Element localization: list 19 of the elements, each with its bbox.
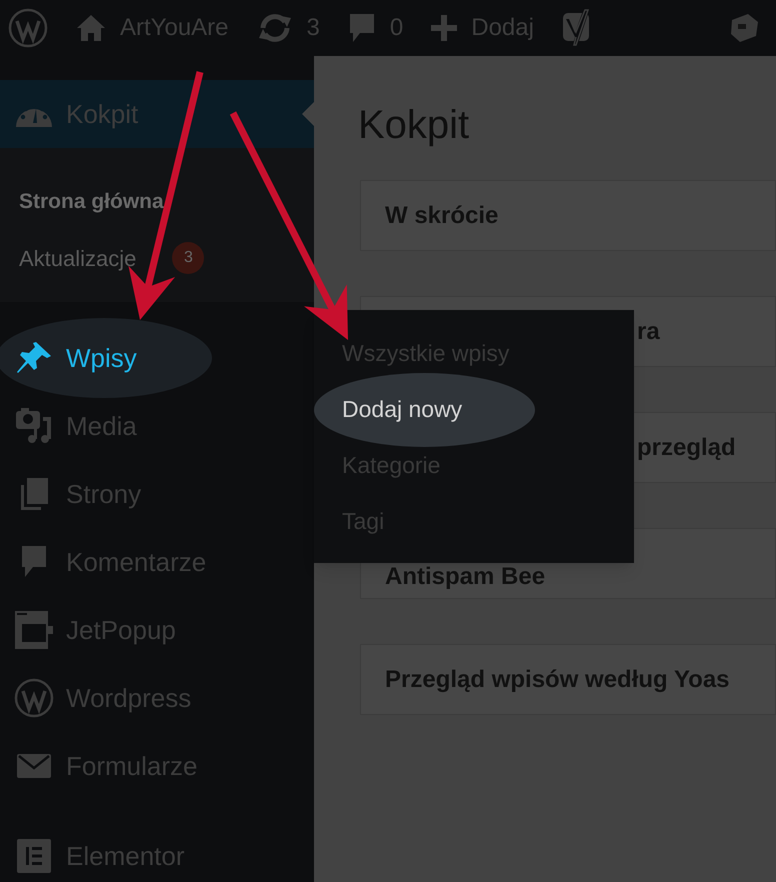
plus-icon	[431, 15, 458, 41]
update-count-badge: 3	[172, 242, 204, 274]
submenu-item[interactable]: Aktualizacje	[19, 242, 136, 274]
refresh-icon	[256, 14, 293, 42]
media-icon	[15, 407, 53, 445]
popup-window-icon	[14, 610, 54, 650]
envelope-icon	[16, 753, 52, 779]
wordpress-logo-icon	[14, 678, 54, 718]
pages-icon	[19, 477, 49, 511]
comment-icon	[20, 545, 48, 579]
sidebar-menu-item[interactable]: Wpisy	[0, 324, 314, 392]
submenu-item[interactable]: Strona główna	[19, 186, 164, 218]
flyout-menu-item[interactable]: Dodaj nowy	[342, 392, 462, 426]
wordpress-logo-icon[interactable]	[8, 8, 48, 48]
avatar-icon[interactable]	[728, 12, 760, 44]
comment-icon	[348, 13, 376, 43]
home-icon	[76, 14, 106, 42]
elementor-icon	[16, 838, 52, 874]
pushpin-icon	[16, 341, 52, 375]
